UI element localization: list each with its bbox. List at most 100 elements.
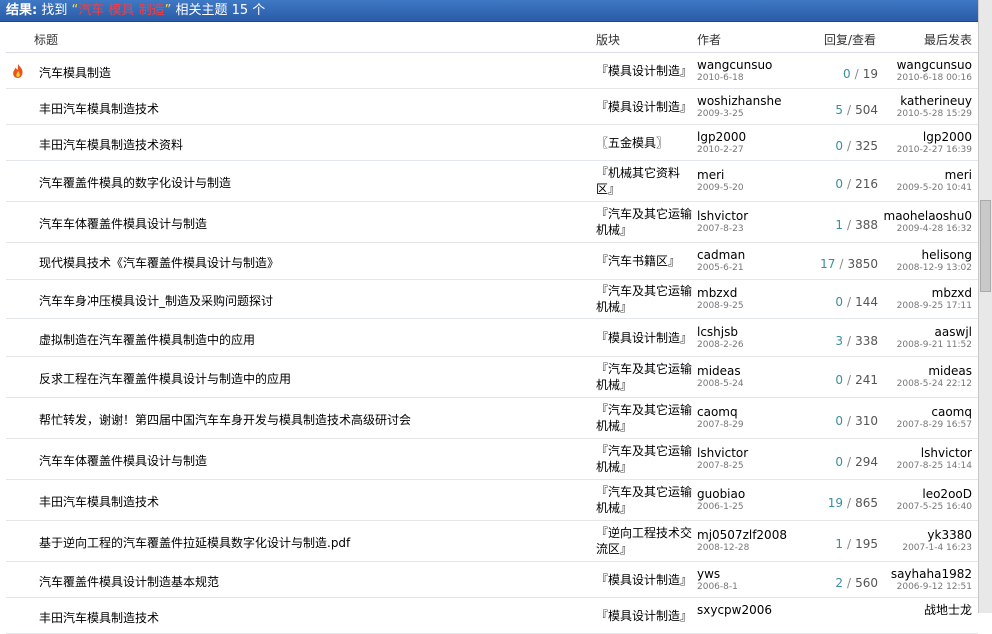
topic-title-link[interactable]: 基于逆向工程的汽车覆盖件拉延模具数字化设计与制造.pdf	[39, 534, 350, 551]
topic-title-link[interactable]: 汽车车体覆盖件模具设计与制造	[39, 452, 207, 469]
topic-title-link[interactable]: 虚拟制造在汽车覆盖件模具制造中的应用	[39, 331, 255, 348]
forum-link[interactable]: 『模具设计制造』	[596, 608, 694, 624]
table-row[interactable]: 丰田汽车模具制造技术 『模具设计制造』 sxycpw2006 战地士龙	[6, 598, 978, 634]
author-link[interactable]: caomq	[697, 405, 744, 419]
table-row[interactable]: 汽车车体覆盖件模具设计与制造 『汽车及其它运输机械』 lshvictor 2007-8…	[6, 202, 978, 243]
author-link[interactable]: mbzxd	[697, 286, 744, 300]
last-post-date: 2010-6-18 00:16	[896, 72, 972, 83]
last-poster-link[interactable]: katherineuy	[897, 94, 972, 108]
topic-title-link[interactable]: 丰田汽车模具制造技术资料	[39, 136, 183, 153]
forum-link[interactable]: 『机械其它资料区』	[596, 165, 694, 197]
view-count: 865	[855, 496, 878, 510]
table-row[interactable]: 丰田汽车模具制造技术 『模具设计制造』 woshizhanshe 2009-3-25 5…	[6, 89, 978, 125]
reply-count: 19	[827, 496, 844, 510]
author-link[interactable]: sxycpw2006	[697, 603, 772, 617]
last-poster-link[interactable]: helisong	[897, 248, 972, 262]
last-poster-link[interactable]: sayhaha1982	[891, 567, 972, 581]
topic-title-link[interactable]: 丰田汽车模具制造技术	[39, 493, 159, 510]
last-poster-link[interactable]: mbzxd	[897, 286, 972, 300]
post-date: 2008-9-25	[697, 301, 744, 311]
topic-title-link[interactable]: 现代模具技术《汽车覆盖件模具设计与制造》	[39, 254, 279, 271]
forum-link[interactable]: 〖五金模具〗	[596, 135, 694, 151]
author-link[interactable]: lshvictor	[697, 446, 748, 460]
forum-link[interactable]: 『汽车及其它运输机械』	[596, 206, 694, 238]
last-post-date: 2007-1-4 16:23	[902, 543, 972, 553]
forum-link[interactable]: 『汽车及其它运输机械』	[596, 402, 694, 434]
forum-link[interactable]: 『模具设计制造』	[596, 63, 694, 79]
last-post-cell: maohelaoshu0 2009-4-28 16:32	[884, 209, 973, 235]
banner-label: 结果:	[6, 3, 38, 18]
view-count: 144	[855, 295, 878, 309]
author-link[interactable]: yws	[697, 567, 738, 581]
table-row[interactable]: 汽车覆盖件模具的数字化设计与制造 『机械其它资料区』 meri 2009-5-20 0/…	[6, 161, 978, 202]
reply-count: 2	[835, 575, 844, 590]
forum-link[interactable]: 『汽车及其它运输机械』	[596, 484, 694, 516]
reply-view-count: 0/310	[835, 414, 878, 428]
topic-title-link[interactable]: 汽车车体覆盖件模具设计与制造	[39, 215, 207, 232]
table-row[interactable]: 基于逆向工程的汽车覆盖件拉延模具数字化设计与制造.pdf 『逆向工程技术交流区』 m…	[6, 521, 978, 562]
last-poster-link[interactable]: yk3380	[902, 528, 972, 542]
last-post-cell: meri 2009-5-20 10:41	[897, 168, 972, 194]
post-date: 2007-8-29	[697, 420, 744, 430]
author-link[interactable]: lcshjsb	[697, 325, 744, 339]
topic-title-link[interactable]: 汽车车身冲压模具设计_制造及采购问题探讨	[39, 292, 273, 309]
last-post-date: 2009-5-20 10:41	[896, 183, 972, 193]
forum-link[interactable]: 『汽车及其它运输机械』	[596, 361, 694, 393]
author-link[interactable]: lgp2000	[697, 130, 746, 144]
table-row[interactable]: 汽车模具制造 『模具设计制造』 wangcunsuo 2010-6-18 0/19 wan…	[6, 53, 978, 89]
last-poster-link[interactable]: lshvictor	[897, 446, 972, 460]
author-link[interactable]: woshizhanshe	[697, 94, 781, 108]
forum-link[interactable]: 『汽车书籍区』	[596, 253, 694, 269]
scrollbar-thumb[interactable]	[980, 200, 991, 292]
table-row[interactable]: 丰田汽车模具制造技术资料 〖五金模具〗 lgp2000 2010-2-27 0/325 l…	[6, 125, 978, 161]
topic-title-link[interactable]: 丰田汽车模具制造技术	[39, 609, 159, 626]
last-poster-link[interactable]: leo2ooD	[897, 487, 972, 501]
vertical-scrollbar[interactable]	[978, 0, 992, 613]
author-link[interactable]: lshvictor	[697, 209, 748, 223]
forum-link[interactable]: 『模具设计制造』	[596, 99, 694, 115]
forum-link[interactable]: 『逆向工程技术交流区』	[596, 525, 694, 557]
table-row[interactable]: 汽车覆盖件模具设计制造基本规范 『模具设计制造』 yws 2006-8-1 2/560 s…	[6, 562, 978, 598]
last-poster-link[interactable]: mideas	[897, 364, 972, 378]
author-cell: lgp2000 2010-2-27	[697, 130, 746, 156]
table-row[interactable]: 丰田汽车模具制造技术 『汽车及其它运输机械』 guobiao 2006-1-25 19/…	[6, 480, 978, 521]
last-poster-link[interactable]: caomq	[897, 405, 972, 419]
last-post-date: 2010-5-28 15:29	[896, 108, 972, 119]
table-row[interactable]: 反求工程在汽车覆盖件模具设计与制造中的应用 『汽车及其它运输机械』 mideas 20…	[6, 357, 978, 398]
table-row[interactable]: 汽车车身冲压模具设计_制造及采购问题探讨 『汽车及其它运输机械』 mbzxd 2008…	[6, 280, 978, 319]
last-poster-link[interactable]: 战地士龙	[924, 603, 972, 617]
forum-link[interactable]: 『模具设计制造』	[596, 572, 694, 588]
forum-link[interactable]: 『汽车及其它运输机械』	[596, 443, 694, 475]
stat-separator: /	[847, 575, 852, 590]
table-row[interactable]: 现代模具技术《汽车覆盖件模具设计与制造》 『汽车书籍区』 cadman 2005-6-…	[6, 243, 978, 280]
topic-title-link[interactable]: 汽车模具制造	[39, 64, 111, 81]
forum-link[interactable]: 『汽车及其它运输机械』	[596, 283, 694, 315]
topic-title-link[interactable]: 帮忙转发，谢谢！第四届中国汽车车身开发与模具制造技术高级研讨会	[39, 411, 411, 428]
table-row[interactable]: 汽车车体覆盖件模具设计与制造 『汽车及其它运输机械』 lshvictor 2007-8…	[6, 439, 978, 480]
topic-title-link[interactable]: 汽车覆盖件模具的数字化设计与制造	[39, 174, 231, 191]
forum-link[interactable]: 『模具设计制造』	[596, 330, 694, 346]
topic-title-link[interactable]: 丰田汽车模具制造技术	[39, 100, 159, 117]
table-row[interactable]: 虚拟制造在汽车覆盖件模具制造中的应用 『模具设计制造』 lcshjsb 2008-2-…	[6, 319, 978, 357]
last-poster-link[interactable]: aaswjl	[897, 325, 972, 339]
last-poster-link[interactable]: maohelaoshu0	[884, 209, 973, 223]
post-date: 2010-2-27	[697, 144, 744, 155]
author-link[interactable]: guobiao	[697, 487, 745, 501]
author-link[interactable]: cadman	[697, 248, 745, 262]
topic-title-link[interactable]: 汽车覆盖件模具设计制造基本规范	[39, 573, 219, 590]
table-row[interactable]: 帮忙转发，谢谢！第四届中国汽车车身开发与模具制造技术高级研讨会 『汽车及其它运输机…	[6, 398, 978, 439]
last-poster-link[interactable]: wangcunsuo	[897, 58, 972, 72]
author-link[interactable]: wangcunsuo	[697, 58, 772, 72]
stat-separator: /	[847, 414, 852, 428]
last-poster-link[interactable]: lgp2000	[897, 130, 972, 144]
reply-view-count: 2/560	[835, 576, 878, 590]
author-link[interactable]: mj0507zlf2008	[697, 528, 787, 542]
last-poster-link[interactable]: meri	[897, 168, 972, 182]
view-count: 338	[855, 333, 878, 348]
author-link[interactable]: meri	[697, 168, 744, 182]
author-cell: lcshjsb 2008-2-26	[697, 325, 744, 351]
stat-separator: /	[847, 373, 852, 387]
post-date: 2006-1-25	[697, 502, 744, 512]
author-link[interactable]: mideas	[697, 364, 744, 378]
topic-title-link[interactable]: 反求工程在汽车覆盖件模具设计与制造中的应用	[39, 370, 291, 387]
